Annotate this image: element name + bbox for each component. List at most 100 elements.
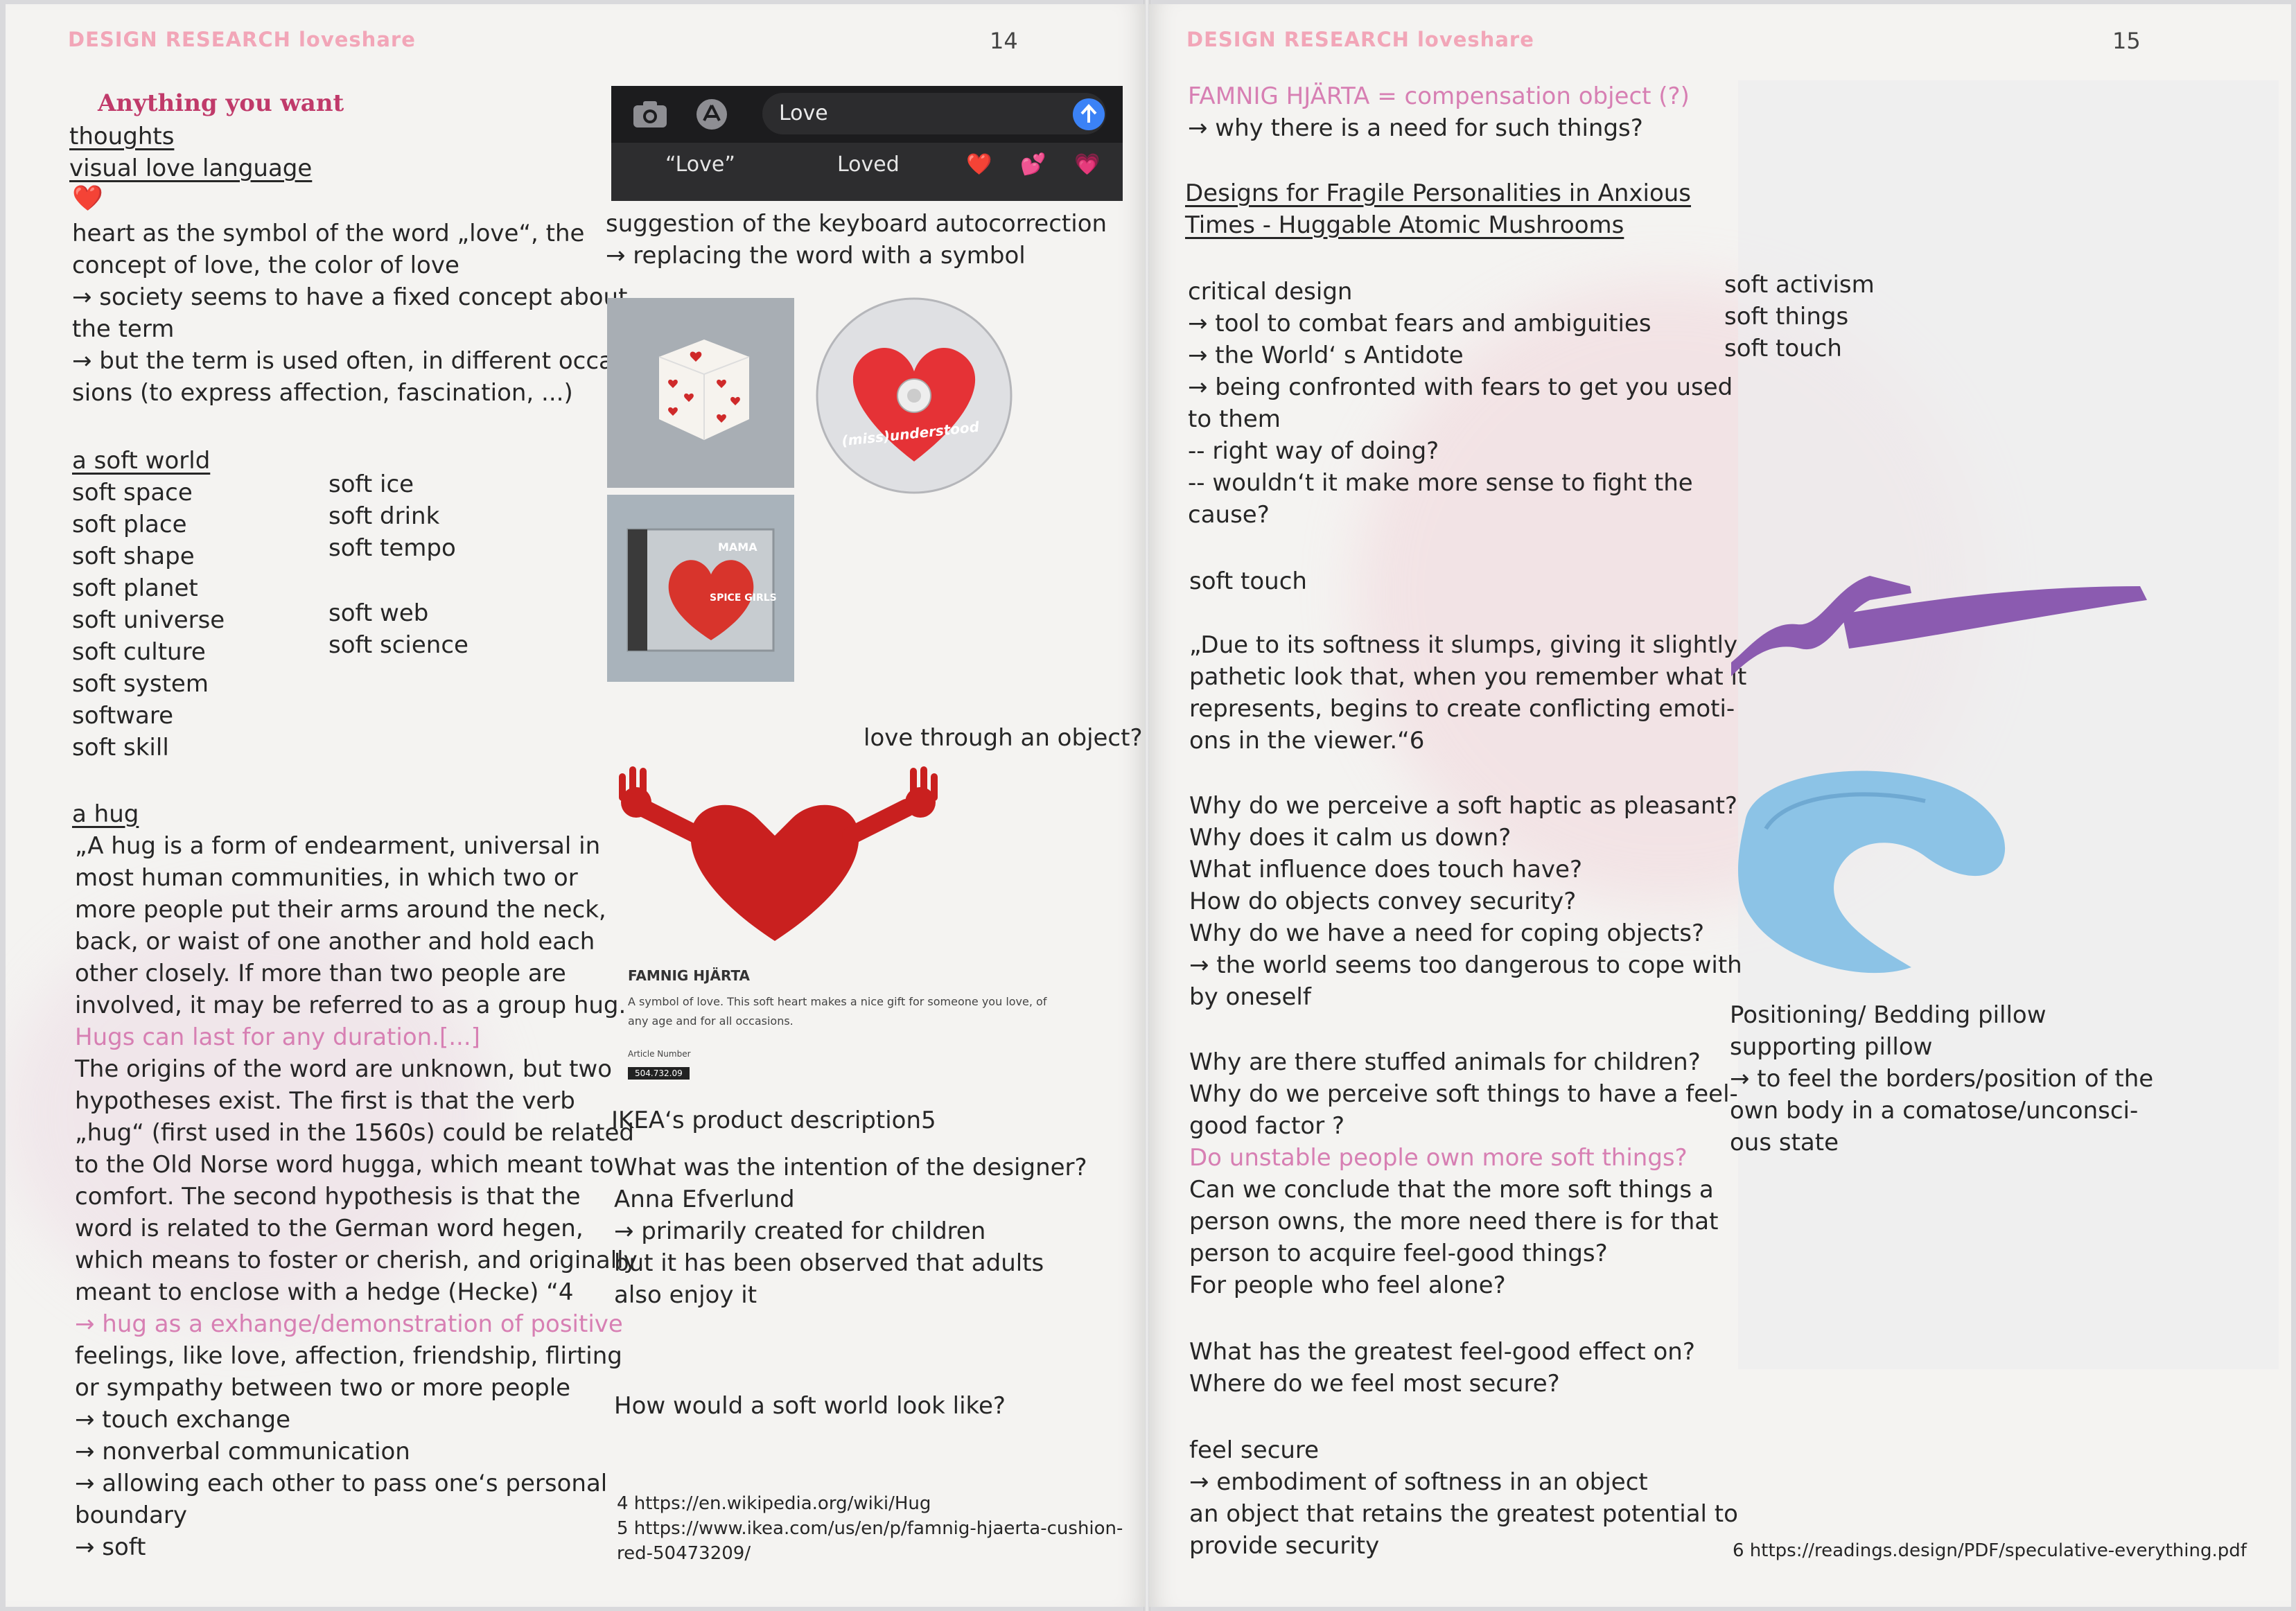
secure-line: → embodiment of softness in an object [1189,1468,1648,1496]
hug-line: back, or waist of one another and hold e… [75,928,595,956]
hug-line: feelings, like love, affection, friendsh… [75,1342,622,1370]
critical-line: → being confronted with fears to get you… [1188,373,1733,401]
visual-love-heading: visual love language [69,155,313,182]
list-item: soft web [328,599,429,627]
emoji-two-hearts-icon[interactable]: 💕 [1020,152,1046,177]
quote-line: „Due to its softness it slumps, giving i… [1189,631,1738,659]
page-number: 15 [2112,28,2141,54]
stuffed-line: Why are there stuffed animals for childr… [1189,1048,1701,1076]
famnig-hjarta-heart-image [619,766,938,941]
list-item: software [72,702,174,730]
greatest-line: What has the greatest feel-good effect o… [1189,1338,1695,1366]
cd-case-image [626,528,775,652]
secure-line: feel secure [1189,1436,1320,1464]
text-line: the term [72,315,175,343]
keyboard-top-row: Love [611,86,1123,143]
text-line: heart as the symbol of the word „love“, … [72,220,585,247]
hug-heading: a hug [72,800,139,828]
pillow-line: ous state [1730,1129,1839,1156]
greatest-line: Where do we feel most secure? [1189,1370,1560,1398]
list-item: soft place [72,511,187,538]
product-desc: any age and for all occasions. [628,1014,794,1028]
stuffed-line: person owns, the more need there is for … [1189,1208,1719,1235]
pillow-line: own body in a comatose/unconsci- [1730,1097,2139,1125]
left-page: DESIGN RESEARCH loveshare 14 Anything yo… [6,4,1145,1607]
hug-line: comfort. The second hypothesis is that t… [75,1183,581,1211]
why-line: Why do we perceive a soft haptic as plea… [1189,792,1737,820]
text-line: concept of love, the color of love [72,252,459,279]
soft-list-item: soft things [1724,303,1849,331]
hug-line: meant to enclose with a hedge (Hecke) “4 [75,1278,574,1306]
hug-line: most human communities, in which two or [75,864,578,892]
article-number: 504.732.09 [628,1067,690,1080]
pillow-line: Positioning/ Bedding pillow [1730,1001,2047,1029]
list-item: soft system [72,670,209,698]
designer-line: Anna Efverlund [614,1186,795,1213]
stuffed-line: good factor ? [1189,1112,1345,1140]
question-line: love through an object? [864,724,1143,752]
list-item: soft space [72,479,193,507]
quote-line: pathetic look that, when you remember wh… [1189,663,1747,691]
app-store-icon[interactable] [694,97,729,132]
designer-line: but it has been observed that adults [614,1249,1044,1277]
heart-dice-image [658,340,750,440]
critical-line: → tool to combat fears and ambiguities [1188,310,1651,337]
pillow-line: → to feel the borders/position of the [1730,1065,2154,1093]
caption-line: suggestion of the keyboard autocorrectio… [606,210,1107,238]
why-line: → the world seems too dangerous to cope … [1189,951,1742,979]
soft-list-item: soft activism [1724,271,1875,299]
ikea-caption: IKEA‘s product description5 [611,1107,936,1134]
suggestion-loved[interactable]: Loved [837,152,900,177]
list-item: soft skill [72,734,169,762]
emoji-heart-icon[interactable]: ❤️ [966,152,992,177]
blue-pillow-image [1738,771,2006,974]
designer-line: → primarily created for children [614,1217,986,1245]
designer-line: also enjoy it [614,1281,757,1309]
critical-line: cause? [1188,501,1270,529]
designer-line: What was the intention of the designer? [614,1154,1087,1181]
soft-touch-heading: soft touch [1189,567,1307,595]
caption-line: → replacing the word with a symbol [606,242,1026,270]
list-item: soft science [328,631,468,659]
critical-line: -- right way of doing? [1188,437,1439,465]
quote-line: ons in the viewer.“6 [1189,727,1425,755]
hug-line: „A hug is a form of endearment, universa… [75,832,601,860]
list-item: soft drink [328,502,440,530]
emoji-growing-heart-icon[interactable]: 💗 [1074,152,1100,177]
footnote: 4 https://en.wikipedia.org/wiki/Hug [617,1493,931,1514]
cd-case-label-top: MAMA [718,540,757,554]
hug-line: → allowing each other to pass one‘s pers… [75,1470,608,1497]
hug-line: which means to foster or cherish, and or… [75,1247,638,1274]
stuffed-line: Do unstable people own more soft things? [1189,1144,1688,1172]
why-line: What influence does touch have? [1189,856,1583,883]
stuffed-line: Can we conclude that the more soft thing… [1189,1176,1714,1204]
quote-line: represents, begins to create conflicting… [1189,695,1735,723]
hug-line: hypotheses exist. The first is that the … [75,1087,575,1115]
stuffed-line: For people who feel alone? [1189,1271,1506,1299]
message-input[interactable]: Love [762,93,1106,134]
hug-line: boundary [75,1502,187,1529]
hug-line: other closely. If more than two people a… [75,960,566,987]
dice-photo [607,298,794,488]
hug-line: → touch exchange [75,1406,290,1434]
pillow-line: supporting pillow [1730,1033,1933,1061]
camera-icon[interactable] [632,100,668,129]
list-item: soft culture [72,638,206,666]
critical-line: critical design [1188,278,1353,306]
hug-line: → nonverbal communication [75,1438,410,1465]
list-item: soft tempo [328,534,456,562]
soft-world-question: How would a soft world look like? [614,1392,1006,1420]
famnig-line: FAMNIG HJÄRTA = compensation object (?) [1188,82,1690,110]
famnig-line-2: → why there is a need for such things? [1188,114,1643,142]
hug-line: or sympathy between two or more people [75,1374,571,1402]
hug-line: The origins of the word are unknown, but… [75,1055,613,1083]
hug-line: „hug“ (first used in the 1560s) could be… [75,1119,634,1147]
product-title: FAMNIG HJÄRTA [628,967,751,984]
running-head: DESIGN RESEARCH loveshare [1186,28,1534,51]
purple-pillow-image-end [1842,586,2147,649]
hug-line: → soft [75,1533,146,1561]
suggestion-love-quoted[interactable]: “Love” [665,152,735,177]
send-arrow-icon[interactable] [1071,97,1106,132]
product-desc: A symbol of love. This soft heart makes … [628,995,1047,1008]
why-line: How do objects convey security? [1189,888,1577,915]
